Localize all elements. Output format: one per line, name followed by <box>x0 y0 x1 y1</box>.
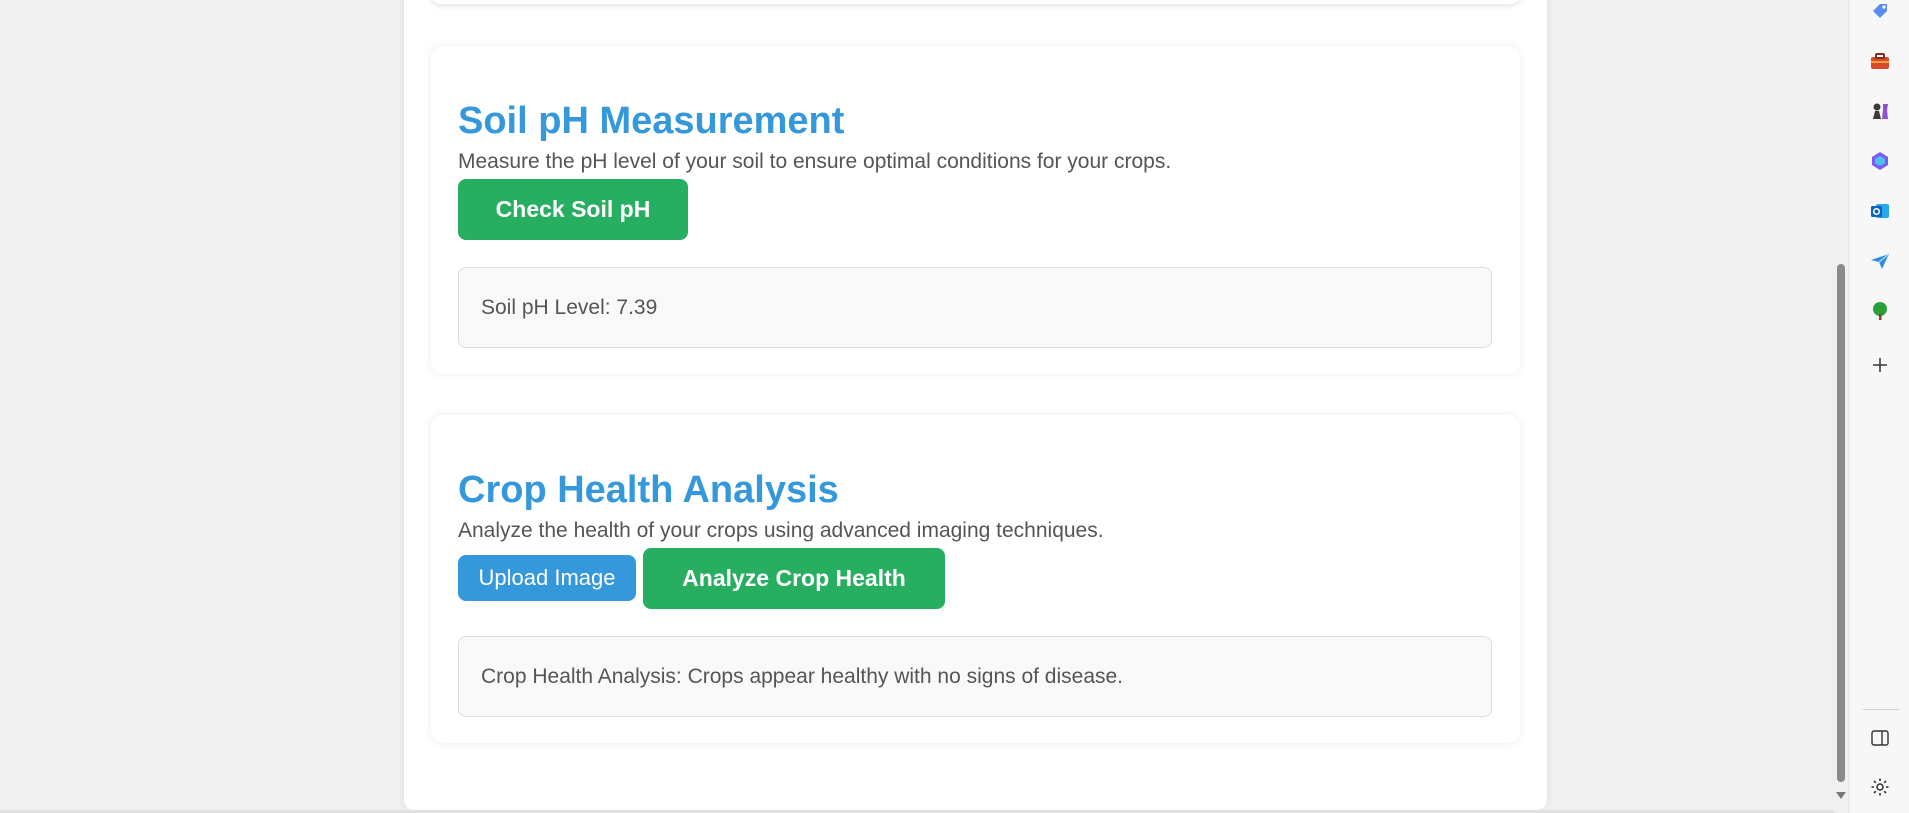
add-icon[interactable] <box>1869 354 1891 376</box>
soil-ph-title: Soil pH Measurement <box>458 100 845 142</box>
soil-ph-card: Soil pH Measurement Measure the pH level… <box>431 46 1520 374</box>
panel-toggle-icon[interactable] <box>1869 727 1891 749</box>
scroll-down-arrow-icon[interactable] <box>1836 792 1846 799</box>
send-icon[interactable] <box>1869 250 1891 272</box>
page-viewport: Soil pH Measurement Measure the pH level… <box>0 0 1834 813</box>
tag-icon[interactable] <box>1869 0 1891 22</box>
crop-health-card: Crop Health Analysis Analyze the health … <box>431 415 1520 743</box>
tree-icon[interactable] <box>1869 300 1891 322</box>
crop-health-description: Analyze the health of your crops using a… <box>458 519 1104 542</box>
soil-ph-result: Soil pH Level: 7.39 <box>458 267 1492 348</box>
chess-icon[interactable] <box>1869 100 1891 122</box>
browser-sidebar <box>1848 0 1909 813</box>
vertical-scrollbar[interactable] <box>1834 0 1848 813</box>
copilot-icon[interactable] <box>1869 150 1891 172</box>
upload-image-button[interactable]: Upload Image <box>458 555 636 601</box>
previous-card <box>431 0 1520 4</box>
analyze-crop-health-button[interactable]: Analyze Crop Health <box>643 548 945 609</box>
toolbox-icon[interactable] <box>1869 50 1891 72</box>
soil-ph-description: Measure the pH level of your soil to ens… <box>458 150 1172 173</box>
sidebar-divider <box>1863 709 1899 710</box>
crop-health-title: Crop Health Analysis <box>458 469 839 511</box>
settings-icon[interactable] <box>1869 776 1891 798</box>
scrollbar-thumb[interactable] <box>1837 264 1845 782</box>
outlook-icon[interactable] <box>1869 200 1891 222</box>
crop-health-result: Crop Health Analysis: Crops appear healt… <box>458 636 1492 717</box>
check-soil-ph-button[interactable]: Check Soil pH <box>458 179 688 240</box>
